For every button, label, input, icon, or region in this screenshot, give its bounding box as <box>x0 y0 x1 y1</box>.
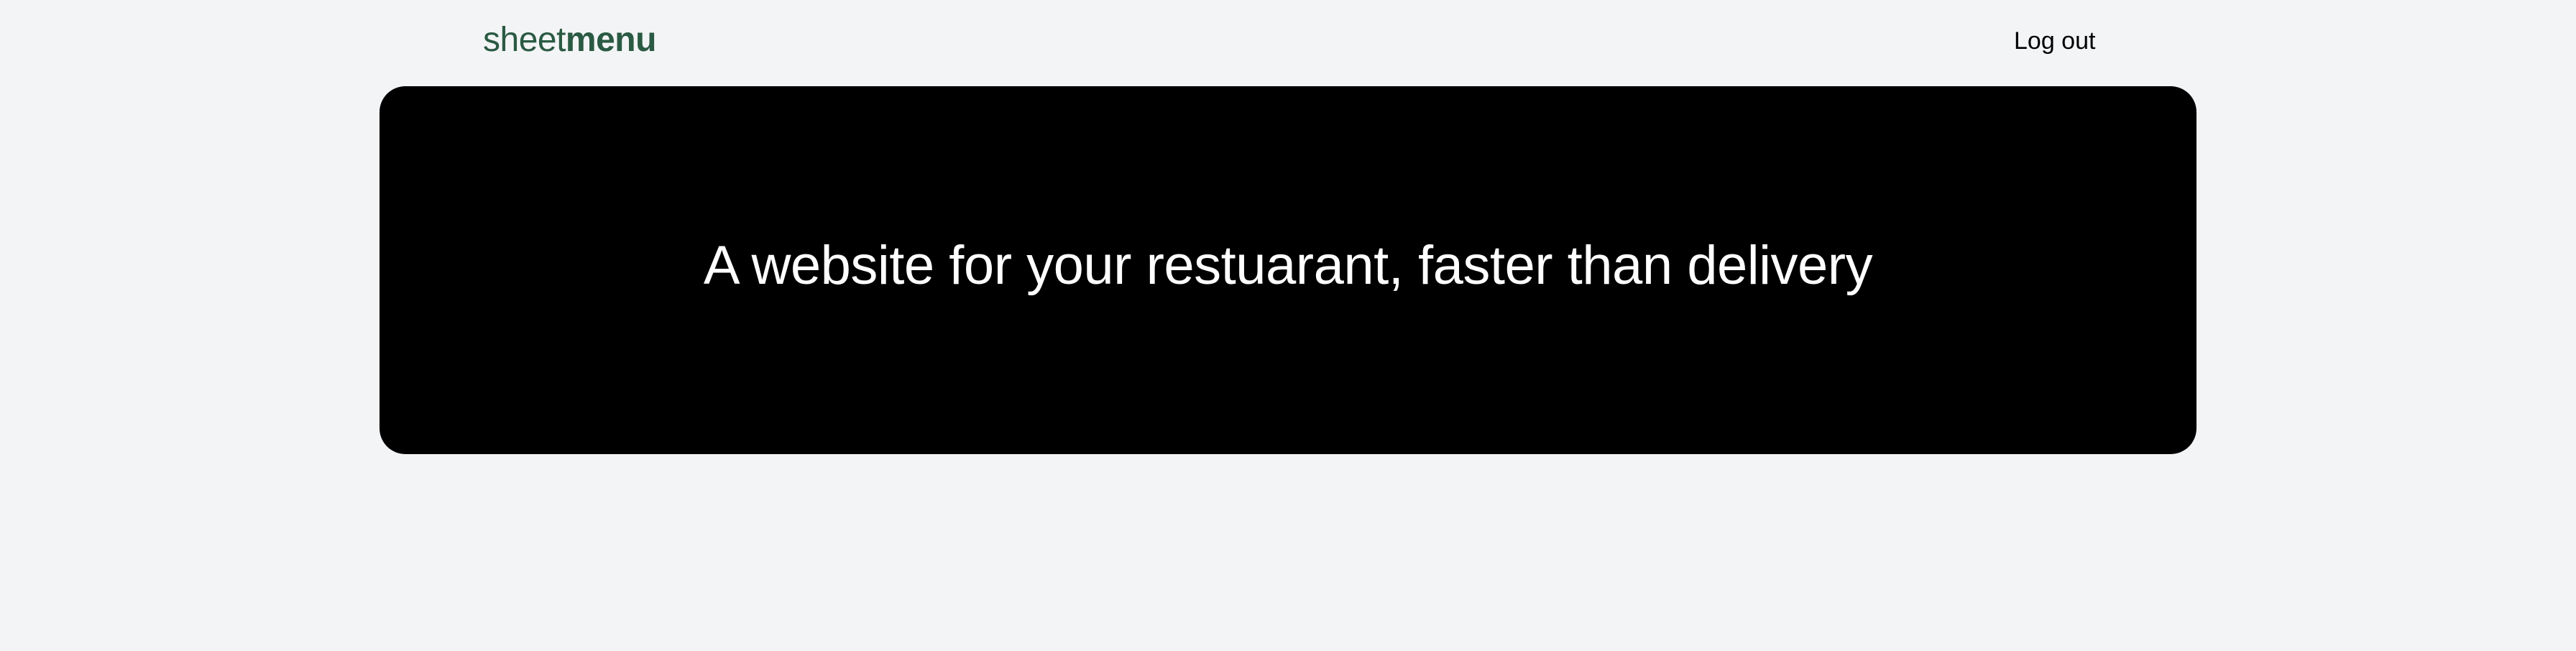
sheetmenu-logo[interactable]: sheetmenu <box>483 19 656 62</box>
hero-title: A website for your restuarant, faster th… <box>703 235 1873 296</box>
logo-text-menu: menu <box>565 21 657 59</box>
top-header: sheetmenu Log out <box>0 0 2576 83</box>
hero-banner: A website for your restuarant, faster th… <box>380 86 2196 454</box>
logo-text-sheet: sheet <box>483 21 566 59</box>
logout-button[interactable]: Log out <box>2012 24 2097 57</box>
